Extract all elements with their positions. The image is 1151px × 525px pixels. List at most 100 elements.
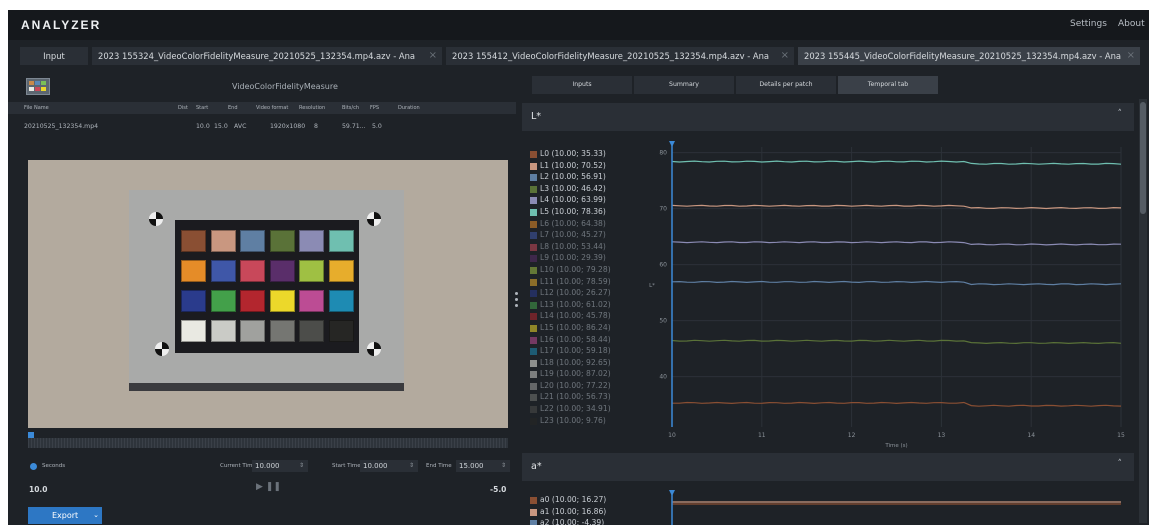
close-icon[interactable]: ×: [1127, 47, 1135, 65]
l-star-plot[interactable]: 10 11 12 13 14 15 40 50 60 70 80 Time (s) L*: [647, 139, 1147, 449]
collapse-icon[interactable]: ˄: [1118, 459, 1123, 469]
column-header: Bits/ch: [342, 105, 359, 111]
l-star-legend-item[interactable]: L18 (10.00; 92.65): [530, 358, 646, 370]
l-star-section-header[interactable]: L* ˄: [522, 103, 1134, 131]
color-patch: [181, 260, 206, 282]
l-star-series-line: [671, 160, 1122, 165]
l-star-legend-item[interactable]: L4 (10.00; 63.99): [530, 195, 646, 207]
legend-label: L23 (10.00; 9.76): [540, 415, 606, 425]
tab-details-per-patch[interactable]: Details per patch: [736, 76, 836, 94]
cell-video-format: AVC: [234, 123, 247, 130]
l-star-legend-item[interactable]: L19 (10.00; 87.02): [530, 369, 646, 381]
legend-label: L5 (10.00; 78.36): [540, 206, 606, 216]
legend-label: L6 (10.00; 64.38): [540, 218, 606, 228]
legend-swatch: [530, 151, 537, 158]
l-star-legend-item[interactable]: L13 (10.00; 61.02): [530, 300, 646, 312]
y-tick-label: 50: [659, 318, 667, 325]
a-star-plot[interactable]: [647, 488, 1147, 525]
tab-file-2[interactable]: 2023 155412_VideoColorFidelityMeasure_20…: [446, 47, 794, 65]
spinner-icon[interactable]: ⇕: [501, 460, 506, 472]
file-table-row[interactable]: 20210525_132354.mp4 10.0 15.0 AVC 1920x1…: [8, 120, 516, 132]
start-time-field[interactable]: 10.000 ⇕: [360, 460, 418, 472]
y-axis-label: L*: [649, 283, 655, 289]
tab-summary[interactable]: Summary: [634, 76, 734, 94]
seconds-radio[interactable]: [30, 463, 37, 470]
close-icon[interactable]: ×: [429, 47, 437, 65]
legend-label: L18 (10.00; 92.65): [540, 357, 611, 367]
l-star-legend-item[interactable]: L16 (10.00; 58.44): [530, 335, 646, 347]
x-tick-label: 13: [938, 432, 946, 439]
l-star-legend-item[interactable]: L8 (10.00; 53.44): [530, 242, 646, 254]
color-patch: [269, 260, 295, 282]
tab-inputs[interactable]: Inputs: [532, 76, 632, 94]
end-time-field[interactable]: 15.000 ⇕: [456, 460, 510, 472]
color-patch: [210, 320, 236, 342]
legend-swatch: [530, 301, 537, 309]
l-star-legend-item[interactable]: L6 (10.00; 64.38): [530, 219, 646, 231]
legend-swatch: [530, 313, 537, 321]
l-star-legend-item[interactable]: L7 (10.00; 45.27): [530, 230, 646, 242]
color-patch: [299, 290, 324, 312]
legend-swatch: [530, 359, 537, 367]
app-logo: ANALYZER: [21, 18, 102, 32]
color-patch: [269, 320, 295, 342]
l-star-legend-item[interactable]: L11 (10.00; 78.59): [530, 277, 646, 289]
export-button[interactable]: Export ⌄: [28, 507, 102, 524]
timeline-scrubber[interactable]: [28, 438, 508, 448]
legend-swatch: [530, 185, 537, 193]
l-star-legend-item[interactable]: L12 (10.00; 26.27): [530, 288, 646, 300]
l-star-legend-item[interactable]: L2 (10.00; 56.91): [530, 172, 646, 184]
column-header: FPS: [370, 105, 380, 111]
video-preview[interactable]: [28, 160, 508, 428]
spinner-icon[interactable]: ⇕: [409, 460, 414, 472]
a-star-legend-item[interactable]: a0 (10.00; 16.27): [530, 495, 646, 507]
scrollbar-thumb[interactable]: [1140, 102, 1146, 214]
l-star-legend-item[interactable]: L20 (10.00; 77.22): [530, 381, 646, 393]
color-patch: [240, 290, 265, 312]
section-title: a*: [531, 461, 542, 472]
tab-input[interactable]: Input: [20, 47, 88, 65]
close-icon[interactable]: ×: [781, 47, 789, 65]
settings-menu[interactable]: Settings: [1070, 19, 1107, 29]
color-patch: [240, 230, 265, 252]
color-patch: [181, 230, 206, 252]
seconds-label: Seconds: [42, 463, 66, 469]
l-star-legend-item[interactable]: L10 (10.00; 79.28): [530, 265, 646, 277]
color-patch: [210, 260, 236, 282]
play-pause-icon[interactable]: ▶ ❚❚: [256, 482, 281, 492]
start-time-value: 10.000: [363, 462, 388, 470]
current-time-label: Current Time: [220, 463, 256, 469]
registration-target-icon: [367, 212, 381, 226]
l-star-legend-item[interactable]: L15 (10.00; 86.24): [530, 323, 646, 335]
l-star-legend-item[interactable]: L14 (10.00; 45.78): [530, 311, 646, 323]
l-star-legend-item[interactable]: L1 (10.00; 70.52): [530, 161, 646, 173]
l-star-legend-item[interactable]: L3 (10.00; 46.42): [530, 184, 646, 196]
tab-file-3-active[interactable]: 2023 155445_VideoColorFidelityMeasure_20…: [798, 47, 1140, 65]
l-star-legend-item[interactable]: L23 (10.00; 9.76): [530, 416, 646, 428]
current-time-field[interactable]: 10.000 ⇕: [252, 460, 308, 472]
cell-duration: 5.0: [372, 123, 382, 130]
tab-label: 2023 155324_VideoColorFidelityMeasure_20…: [98, 51, 416, 61]
x-axis-label: Time (s): [884, 443, 907, 449]
cell-fps: 59.71...: [342, 123, 366, 130]
a-star-legend-item[interactable]: a1 (10.00; 16.86): [530, 507, 646, 519]
spinner-icon[interactable]: ⇕: [299, 460, 304, 472]
l-star-legend-item[interactable]: L21 (10.00; 56.73): [530, 392, 646, 404]
about-menu[interactable]: About: [1118, 19, 1145, 29]
l-star-legend-item[interactable]: L17 (10.00; 59.18): [530, 346, 646, 358]
right-panel: Inputs Summary Details per patch Tempora…: [522, 70, 1149, 525]
l-star-legend-item[interactable]: L9 (10.00; 29.39): [530, 253, 646, 265]
x-tick-label: 10: [668, 432, 676, 439]
l-star-legend-item[interactable]: L22 (10.00; 34.91): [530, 404, 646, 416]
panel-resize-handle[interactable]: [515, 292, 518, 314]
a-star-section-header[interactable]: a* ˄: [522, 453, 1134, 481]
tab-file-1[interactable]: 2023 155324_VideoColorFidelityMeasure_20…: [92, 47, 442, 65]
test-chart-thumbnail-icon[interactable]: [26, 78, 50, 95]
collapse-icon[interactable]: ˄: [1118, 109, 1123, 119]
l-star-legend-item[interactable]: L5 (10.00; 78.36): [530, 207, 646, 219]
l-star-legend-item[interactable]: L0 (10.00; 35.33): [530, 149, 646, 161]
legend-label: L22 (10.00; 34.91): [540, 404, 611, 414]
chevron-down-icon[interactable]: ⌄: [93, 507, 99, 524]
a-star-legend-item[interactable]: a2 (10.00; -4.39): [530, 518, 646, 525]
tab-temporal[interactable]: Temporal tab: [838, 76, 938, 94]
